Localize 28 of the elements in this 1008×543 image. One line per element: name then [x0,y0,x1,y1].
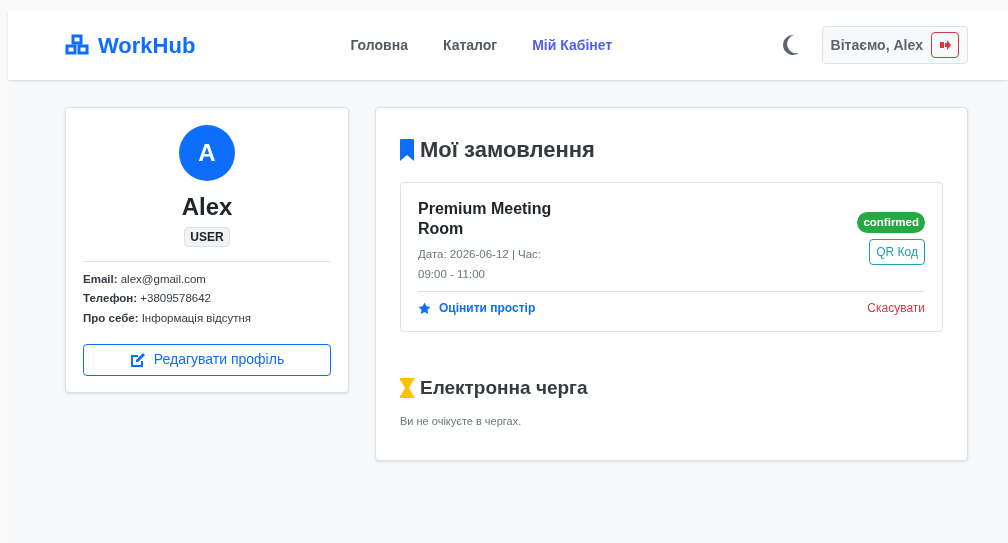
nav-link[interactable]: Головна [350,34,408,56]
avatar: A [179,125,235,181]
qr-code-button[interactable]: QR Код [869,239,925,266]
order-title: Premium Meeting Room [418,199,553,239]
cancel-link[interactable]: Скасувати [867,299,925,317]
nav-link[interactable]: Каталог [442,34,498,56]
edit-icon [129,352,146,368]
profile-detail: Телефон: +3809578642 [83,291,212,307]
greeting-text: Вітаємо, Alex [830,35,923,55]
queue-message: Ви не очікуєте в чергах. [400,413,523,429]
section-heading: Електронна черга [420,376,588,400]
order-details: Дата: 2026-06-12 | Час: 09:00 - 11:00 [418,247,543,282]
cubes-icon [64,34,90,56]
status-badge: confirmed [857,212,925,234]
logout-button[interactable] [931,32,959,58]
profile-detail: Про себе: Інформація відсутня [83,310,253,326]
star-icon [418,301,431,315]
section-heading: Мої замовлення [420,136,595,164]
rate-link[interactable]: Оцінити простір [418,299,536,317]
logout-icon [939,40,951,50]
bookmark-icon [400,138,414,161]
brand-logo[interactable]: WorkHub [98,28,196,62]
edit-profile-button[interactable]: Редагувати профіль [83,343,331,376]
nav-link[interactable]: Мій Кабінет [532,34,613,56]
profile-name: Alex [181,192,233,222]
profile-detail: Email: alex@gmail.com [83,272,207,287]
role-badge: USER [184,227,230,247]
hourglass-icon [400,378,414,399]
